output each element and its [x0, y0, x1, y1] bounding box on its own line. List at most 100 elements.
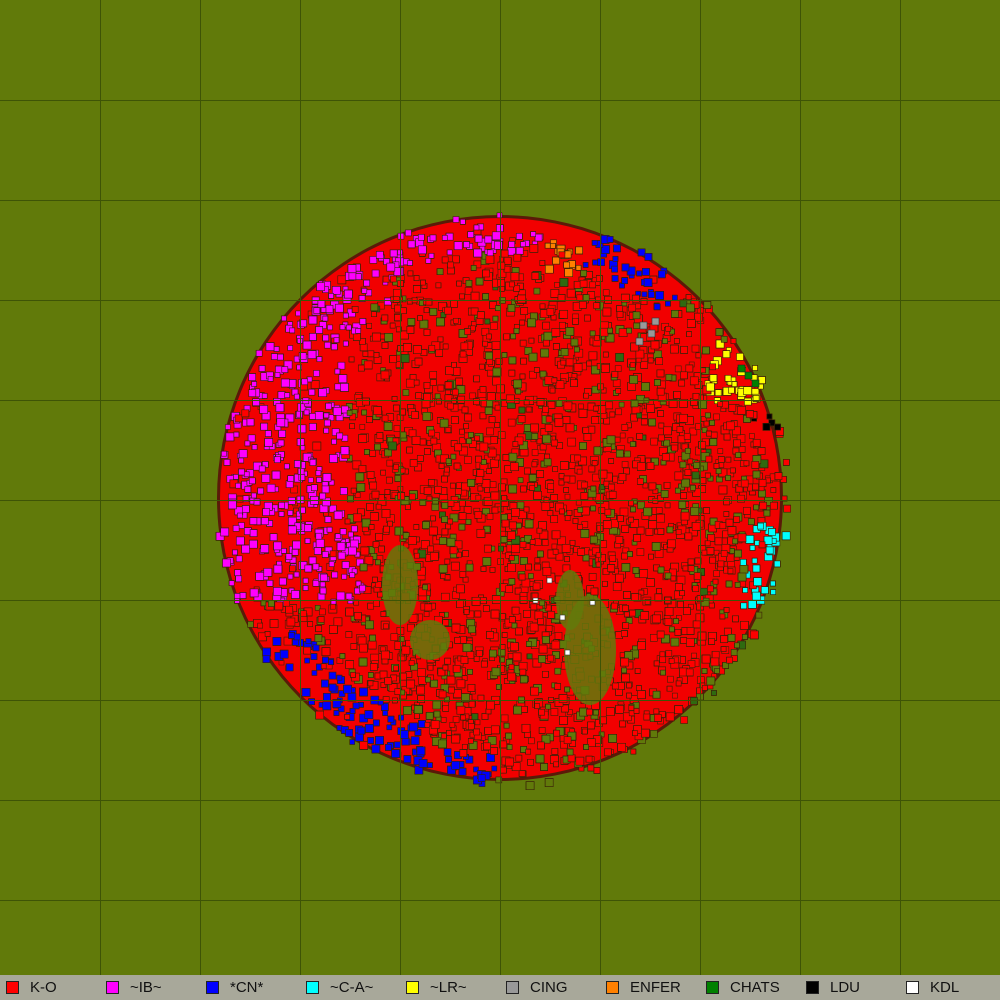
territory-cell	[612, 582, 622, 592]
territory-cell	[491, 765, 498, 772]
territory-cell	[496, 212, 503, 219]
territory-cell	[359, 424, 366, 430]
territory-cell	[650, 729, 658, 738]
territory-cell	[386, 724, 393, 731]
territory-cell	[523, 424, 532, 432]
territory-cell	[452, 716, 460, 723]
territory-cell	[235, 575, 242, 583]
territory-cell	[533, 287, 541, 295]
territory-cell	[666, 675, 674, 683]
territory-cell	[225, 424, 231, 430]
territory-cell	[410, 736, 420, 745]
territory-cell	[423, 611, 430, 617]
territory-cell	[650, 437, 659, 446]
territory-cell	[551, 543, 558, 550]
territory-cell	[287, 573, 294, 580]
territory-cell	[341, 573, 348, 580]
territory-cell	[497, 431, 506, 440]
territory-cell	[593, 302, 601, 309]
territory-cell	[700, 587, 708, 596]
territory-cell	[304, 657, 310, 664]
territory-cell	[394, 741, 401, 749]
territory-cell	[636, 548, 645, 557]
territory-cell	[623, 450, 631, 458]
territory-cell	[615, 408, 622, 416]
territory-cell	[500, 530, 507, 537]
territory-cell	[612, 379, 621, 387]
territory-cell	[371, 269, 380, 278]
territory-cell	[266, 483, 276, 493]
territory-cell	[516, 501, 525, 510]
territory-cell	[490, 322, 498, 330]
territory-cell	[247, 621, 254, 628]
territory-cell	[618, 401, 625, 408]
territory-cell	[676, 575, 686, 585]
territory-cell	[709, 363, 717, 371]
territory-cell	[295, 310, 302, 317]
territory-cell	[517, 477, 524, 483]
territory-cell	[429, 371, 438, 379]
territory-cell	[307, 477, 314, 483]
territory-cell	[369, 256, 378, 264]
territory-cell	[452, 216, 460, 223]
territory-cell	[528, 573, 534, 579]
territory-cell	[680, 716, 688, 724]
territory-cell	[321, 485, 330, 494]
territory-cell	[541, 539, 549, 546]
territory-cell	[469, 392, 477, 400]
territory-cell	[349, 739, 356, 745]
territory-cell	[463, 456, 472, 464]
territory-cell	[674, 365, 682, 373]
territory-cell	[713, 413, 720, 421]
territory-cell	[554, 631, 563, 640]
territory-cell	[486, 513, 494, 521]
territory-cell	[431, 503, 440, 511]
territory-cell	[597, 258, 606, 267]
territory-cell	[592, 473, 600, 482]
territory-cell	[287, 345, 294, 351]
territory-cell	[554, 281, 560, 288]
territory-cell	[500, 714, 509, 723]
territory-cell	[633, 322, 641, 330]
territory-cell	[567, 437, 577, 447]
territory-cell	[327, 324, 333, 331]
territory-cell	[621, 461, 629, 468]
territory-cell	[672, 294, 678, 301]
territory-cell	[749, 433, 755, 439]
territory-cell	[474, 719, 481, 726]
territory-cell	[328, 671, 337, 680]
territory-cell	[432, 700, 442, 710]
territory-cell	[649, 633, 658, 642]
territory-cell	[665, 650, 673, 657]
territory-cell	[261, 473, 271, 483]
territory-cell	[602, 289, 610, 297]
territory-cell	[578, 403, 584, 410]
territory-cell	[713, 570, 721, 577]
territory-cell	[672, 692, 678, 699]
territory-cell	[405, 229, 412, 237]
territory-cell	[531, 449, 539, 456]
territory-cell	[670, 637, 680, 647]
territory-cell	[402, 389, 410, 396]
territory-cell	[416, 668, 426, 677]
territory-cell	[311, 670, 318, 676]
territory-cell	[336, 591, 346, 601]
territory-cell	[554, 667, 562, 675]
territory-cell	[691, 652, 697, 659]
territory-cell	[736, 352, 744, 361]
territory-cell	[619, 507, 629, 517]
territory-cell	[318, 608, 326, 616]
territory-cell	[614, 365, 622, 372]
territory-cell	[619, 432, 626, 439]
territory-map[interactable]	[0, 0, 1000, 975]
territory-cell	[403, 706, 412, 715]
territory-cell	[278, 659, 285, 666]
territory-cell	[755, 611, 763, 619]
territory-cell	[564, 493, 571, 500]
territory-cell	[235, 555, 243, 563]
territory-cell	[550, 708, 559, 716]
territory-cell	[443, 748, 452, 756]
territory-cell	[390, 633, 399, 642]
territory-cell	[313, 370, 320, 377]
territory-cell	[739, 580, 747, 588]
